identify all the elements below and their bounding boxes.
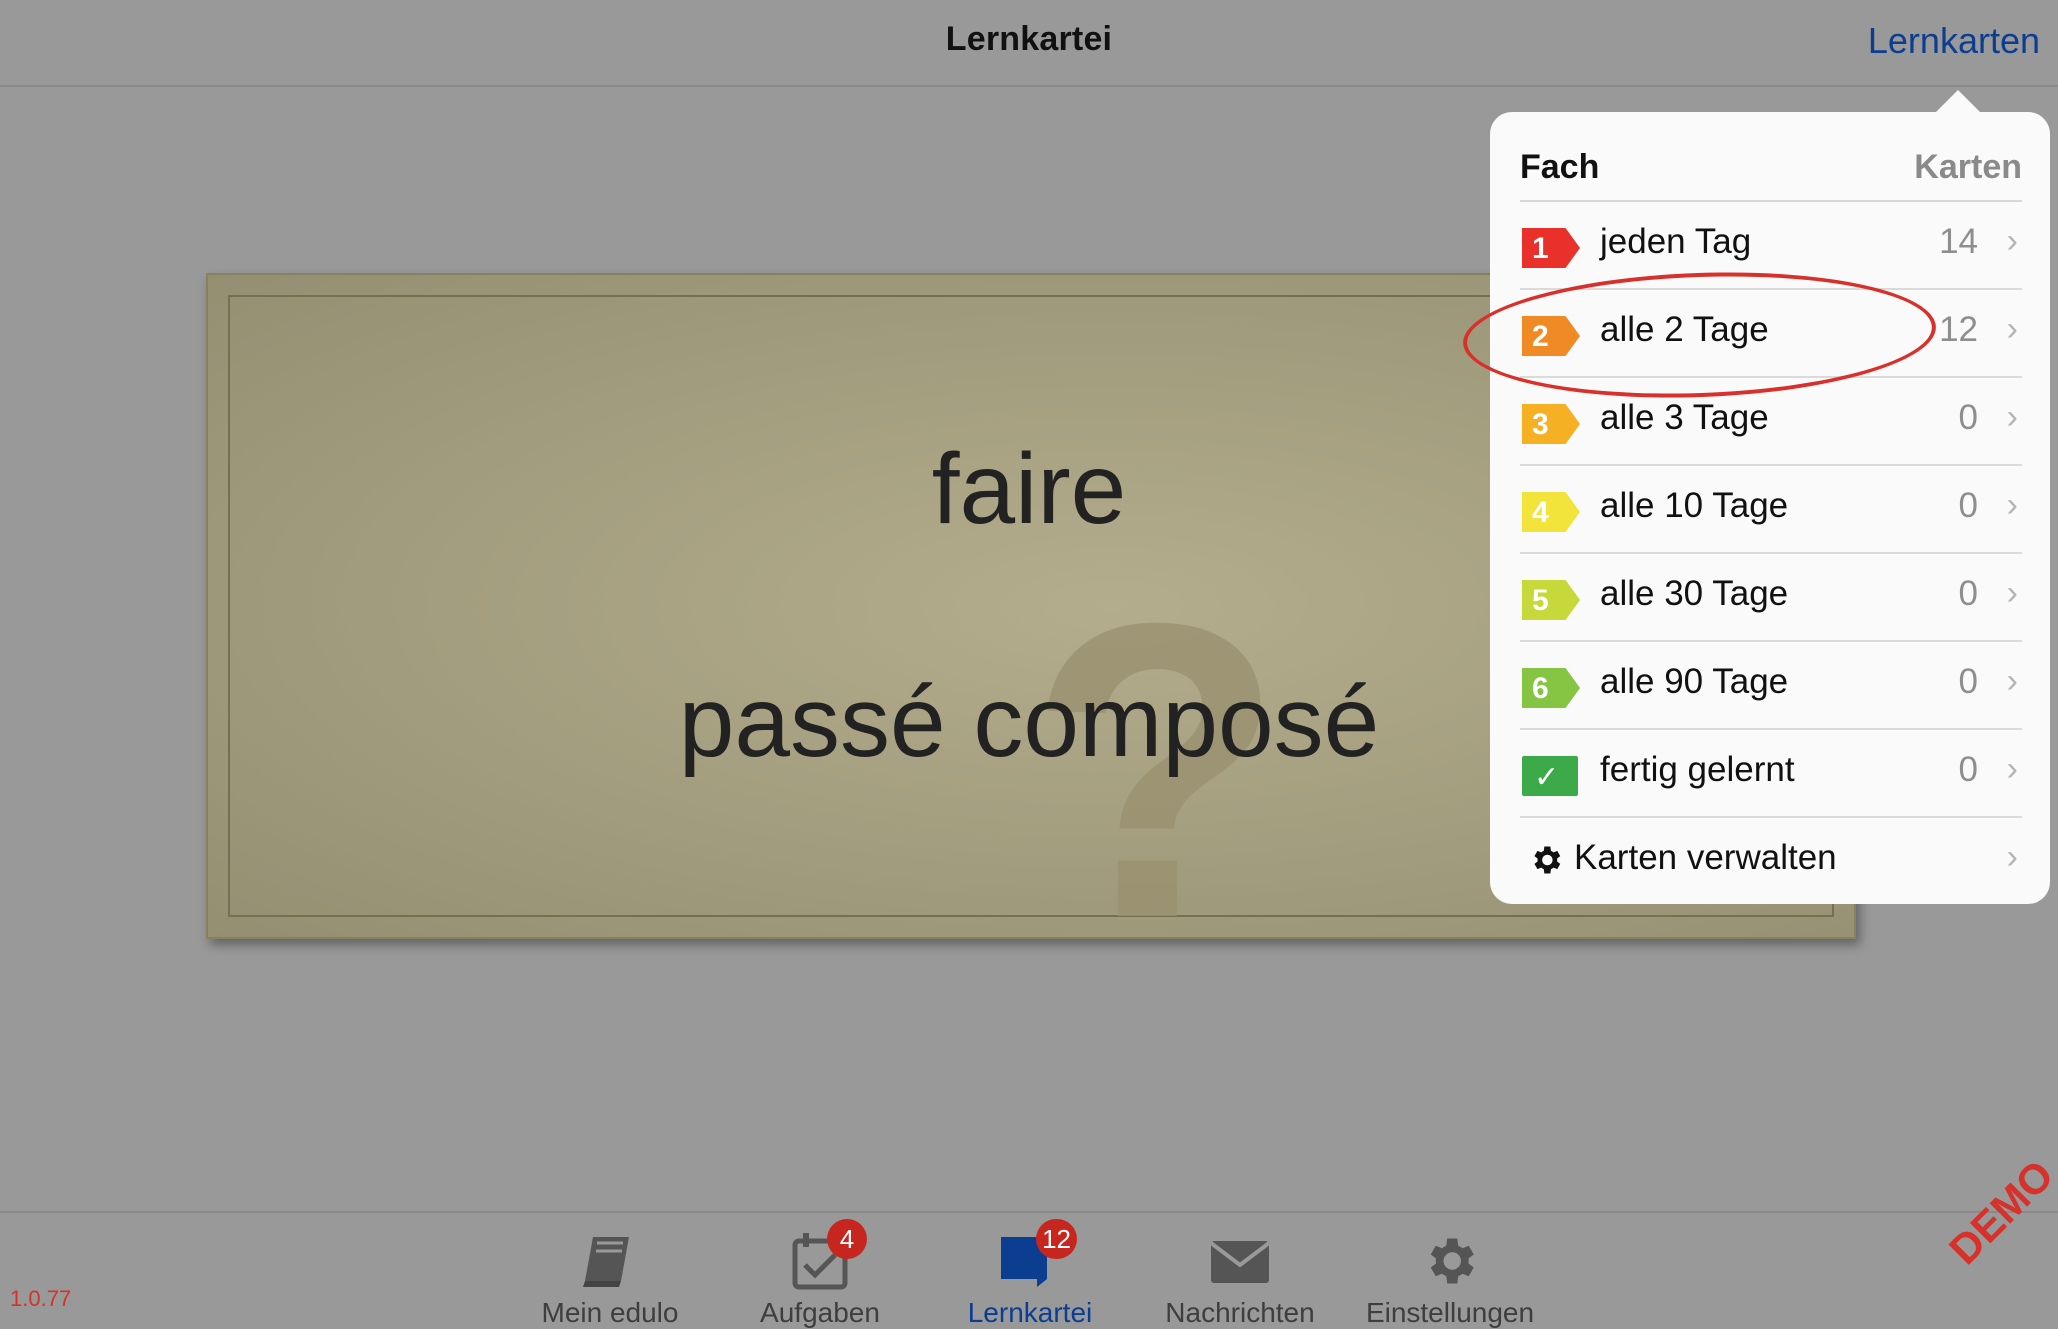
tab-label: Mein edulo [541, 1297, 679, 1328]
fach-row-count: 0 [1958, 574, 1978, 613]
top-navigation-bar: Lernkartei Lernkarten [0, 0, 2058, 87]
chevron-right-icon: › [2006, 662, 2018, 700]
page-title: Lernkartei [945, 20, 1113, 58]
chevron-right-icon: › [2006, 750, 2018, 788]
fach-row-done[interactable]: ✓ fertig gelernt 0 › [1520, 728, 2022, 818]
flashcard-icon: 12 [997, 1219, 1077, 1291]
tab-einstellungen[interactable]: Einstellungen [1345, 1231, 1555, 1329]
fach-row-5[interactable]: 5 alle 30 Tage 0 › [1520, 552, 2022, 642]
fach-row-count: 0 [1958, 486, 1978, 525]
fach-row-count: 0 [1958, 662, 1978, 701]
gear-icon [1417, 1231, 1483, 1291]
chevron-right-icon: › [2006, 838, 2018, 876]
fach-row-label: alle 30 Tage [1600, 574, 1789, 613]
fach-3-tag-icon: 3 [1522, 404, 1580, 444]
fach-4-tag-icon: 4 [1522, 492, 1580, 532]
app-version: 1.0.77 [10, 1286, 72, 1311]
tab-lernkartei[interactable]: 12 Lernkartei [925, 1219, 1135, 1329]
fach-row-count: 14 [1939, 222, 1978, 261]
tab-label: Einstellungen [1365, 1297, 1535, 1328]
tab-nachrichten[interactable]: Nachrichten [1135, 1231, 1345, 1329]
popover-header: Fach Karten [1520, 142, 2022, 202]
fach-row-label: alle 3 Tage [1600, 398, 1769, 437]
book-icon [577, 1231, 643, 1291]
chevron-right-icon: › [2006, 310, 2018, 348]
fach-1-tag-icon: 1 [1522, 228, 1580, 268]
lernkartei-badge: 12 [1036, 1219, 1077, 1259]
chevron-right-icon: › [2006, 398, 2018, 436]
karten-verwalten-label: Karten verwalten [1574, 838, 1837, 877]
fach-row-count: 0 [1958, 398, 1978, 437]
chevron-right-icon: › [2006, 222, 2018, 260]
fach-row-count: 12 [1939, 310, 1978, 349]
fach-column-header: Fach [1520, 148, 1600, 186]
fach-5-tag-icon: 5 [1522, 580, 1580, 620]
fach-6-tag-icon: 6 [1522, 668, 1580, 708]
tab-label: Aufgaben [760, 1297, 880, 1328]
envelope-icon [1207, 1231, 1273, 1291]
fach-row-6[interactable]: 6 alle 90 Tage 0 › [1520, 640, 2022, 730]
tab-label: Lernkartei [967, 1297, 1093, 1328]
tab-label: Nachrichten [1165, 1297, 1315, 1328]
bottom-tab-bar: Mein edulo 4 Aufgaben 12 Lernkartei Nach… [0, 1211, 2058, 1329]
karten-column-header: Karten [1914, 148, 2022, 186]
fach-row-label: alle 10 Tage [1600, 486, 1789, 525]
fach-popover: Fach Karten 1 jeden Tag 14 › 2 alle 2 Ta… [1490, 90, 2050, 904]
popover-arrow [1934, 90, 1982, 114]
fach-row-label: alle 90 Tage [1600, 662, 1789, 701]
fach-row-label: fertig gelernt [1600, 750, 1795, 789]
tab-aufgaben[interactable]: 4 Aufgaben [715, 1219, 925, 1329]
lernkarten-nav-button[interactable]: Lernkarten [1868, 20, 2040, 62]
karten-verwalten-row[interactable]: Karten verwalten › [1520, 816, 2022, 904]
checkmark-tag-icon: ✓ [1522, 756, 1578, 796]
aufgaben-badge: 4 [827, 1219, 867, 1259]
calendar-check-icon: 4 [787, 1219, 867, 1291]
chevron-right-icon: › [2006, 486, 2018, 524]
fach-row-label: jeden Tag [1600, 222, 1752, 261]
tab-mein-edulo[interactable]: Mein edulo [505, 1231, 715, 1329]
chevron-right-icon: › [2006, 574, 2018, 612]
gear-icon [1534, 846, 1561, 874]
fach-row-4[interactable]: 4 alle 10 Tage 0 › [1520, 464, 2022, 554]
fach-row-count: 0 [1958, 750, 1978, 789]
